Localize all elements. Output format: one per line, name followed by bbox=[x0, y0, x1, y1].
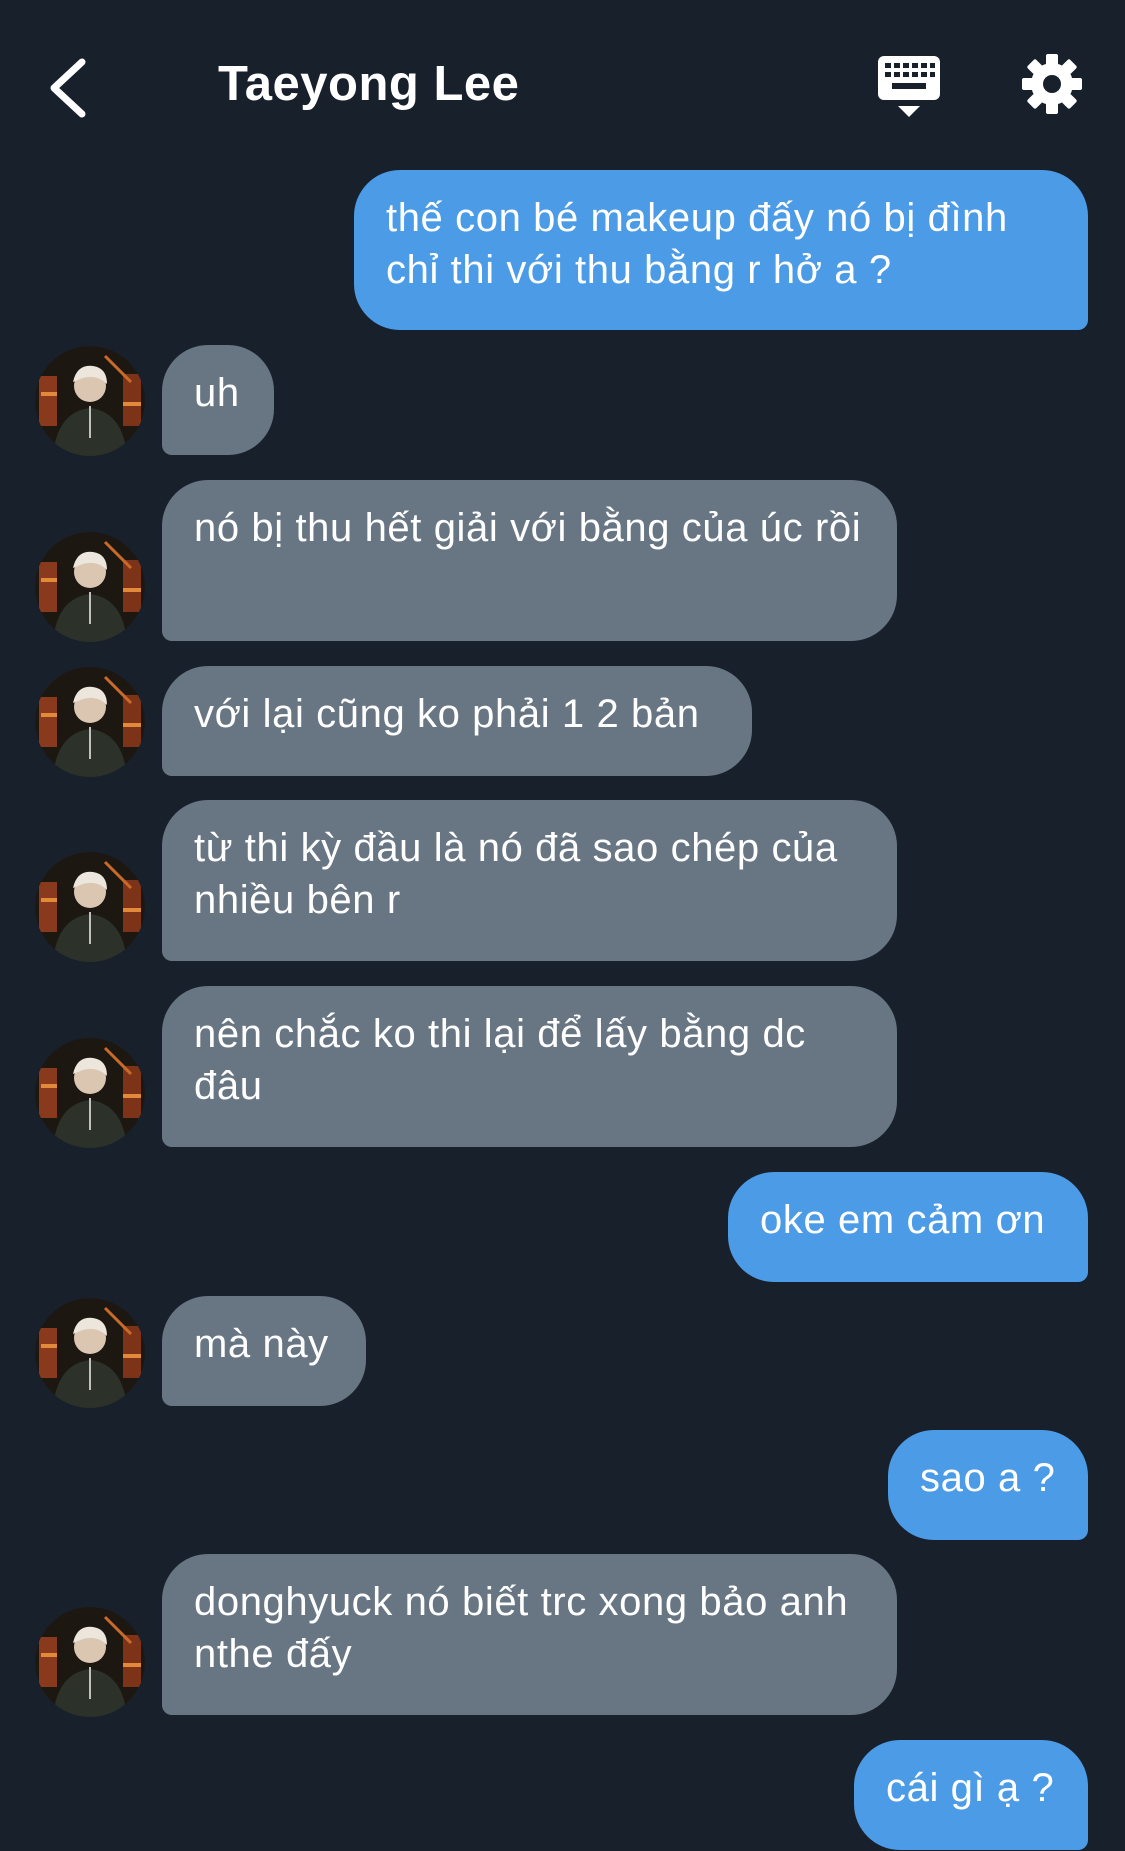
incoming-message[interactable]: donghyuck nó biết trc xong bảo anh nthe … bbox=[162, 1554, 897, 1715]
outgoing-message[interactable]: cái gì ạ ? bbox=[854, 1740, 1088, 1850]
message-text: uh bbox=[194, 371, 240, 415]
incoming-message[interactable]: từ thi kỳ đầu là nó đã sao chép của nhiề… bbox=[162, 800, 897, 961]
message-text: nên chắc ko thi lại để lấy bằng dc đâu bbox=[194, 1012, 806, 1108]
avatar[interactable] bbox=[35, 346, 145, 456]
avatar[interactable] bbox=[35, 1607, 145, 1717]
message-text: mà này bbox=[194, 1322, 329, 1366]
outgoing-message[interactable]: sao a ? bbox=[888, 1430, 1088, 1540]
message-text: sao a ? bbox=[920, 1456, 1056, 1500]
message-text: oke em cảm ơn bbox=[760, 1198, 1046, 1242]
incoming-message[interactable]: với lại cũng ko phải 1 2 bản bbox=[162, 666, 752, 776]
message-text: với lại cũng ko phải 1 2 bản bbox=[194, 692, 700, 736]
settings-button[interactable] bbox=[1020, 52, 1084, 116]
gear-icon bbox=[1022, 54, 1082, 114]
back-button[interactable] bbox=[38, 48, 98, 128]
message-text: cái gì ạ ? bbox=[886, 1766, 1055, 1810]
avatar[interactable] bbox=[35, 532, 145, 642]
incoming-message[interactable]: uh bbox=[162, 345, 274, 455]
keyboard-icon bbox=[878, 56, 940, 117]
keyboard-button[interactable] bbox=[874, 52, 944, 120]
message-text: nó bị thu hết giải với bằng của úc rồi bbox=[194, 506, 862, 550]
contact-name: Taeyong Lee bbox=[218, 57, 520, 111]
message-text: thế con bé makeup đấy nó bị đình chỉ thi… bbox=[386, 196, 1008, 292]
avatar[interactable] bbox=[35, 667, 145, 777]
incoming-message[interactable]: mà này bbox=[162, 1296, 366, 1406]
chat-header: Taeyong Lee bbox=[0, 0, 1125, 160]
incoming-message[interactable]: nên chắc ko thi lại để lấy bằng dc đâu bbox=[162, 986, 897, 1147]
chevron-left-icon bbox=[50, 58, 86, 118]
message-text: từ thi kỳ đầu là nó đã sao chép của nhiề… bbox=[194, 826, 838, 922]
outgoing-message[interactable]: thế con bé makeup đấy nó bị đình chỉ thi… bbox=[354, 170, 1088, 330]
avatar[interactable] bbox=[35, 852, 145, 962]
message-text: donghyuck nó biết trc xong bảo anh nthe … bbox=[194, 1580, 849, 1676]
outgoing-message[interactable]: oke em cảm ơn bbox=[728, 1172, 1088, 1282]
incoming-message[interactable]: nó bị thu hết giải với bằng của úc rồi bbox=[162, 480, 897, 641]
avatar[interactable] bbox=[35, 1038, 145, 1148]
avatar[interactable] bbox=[35, 1298, 145, 1408]
